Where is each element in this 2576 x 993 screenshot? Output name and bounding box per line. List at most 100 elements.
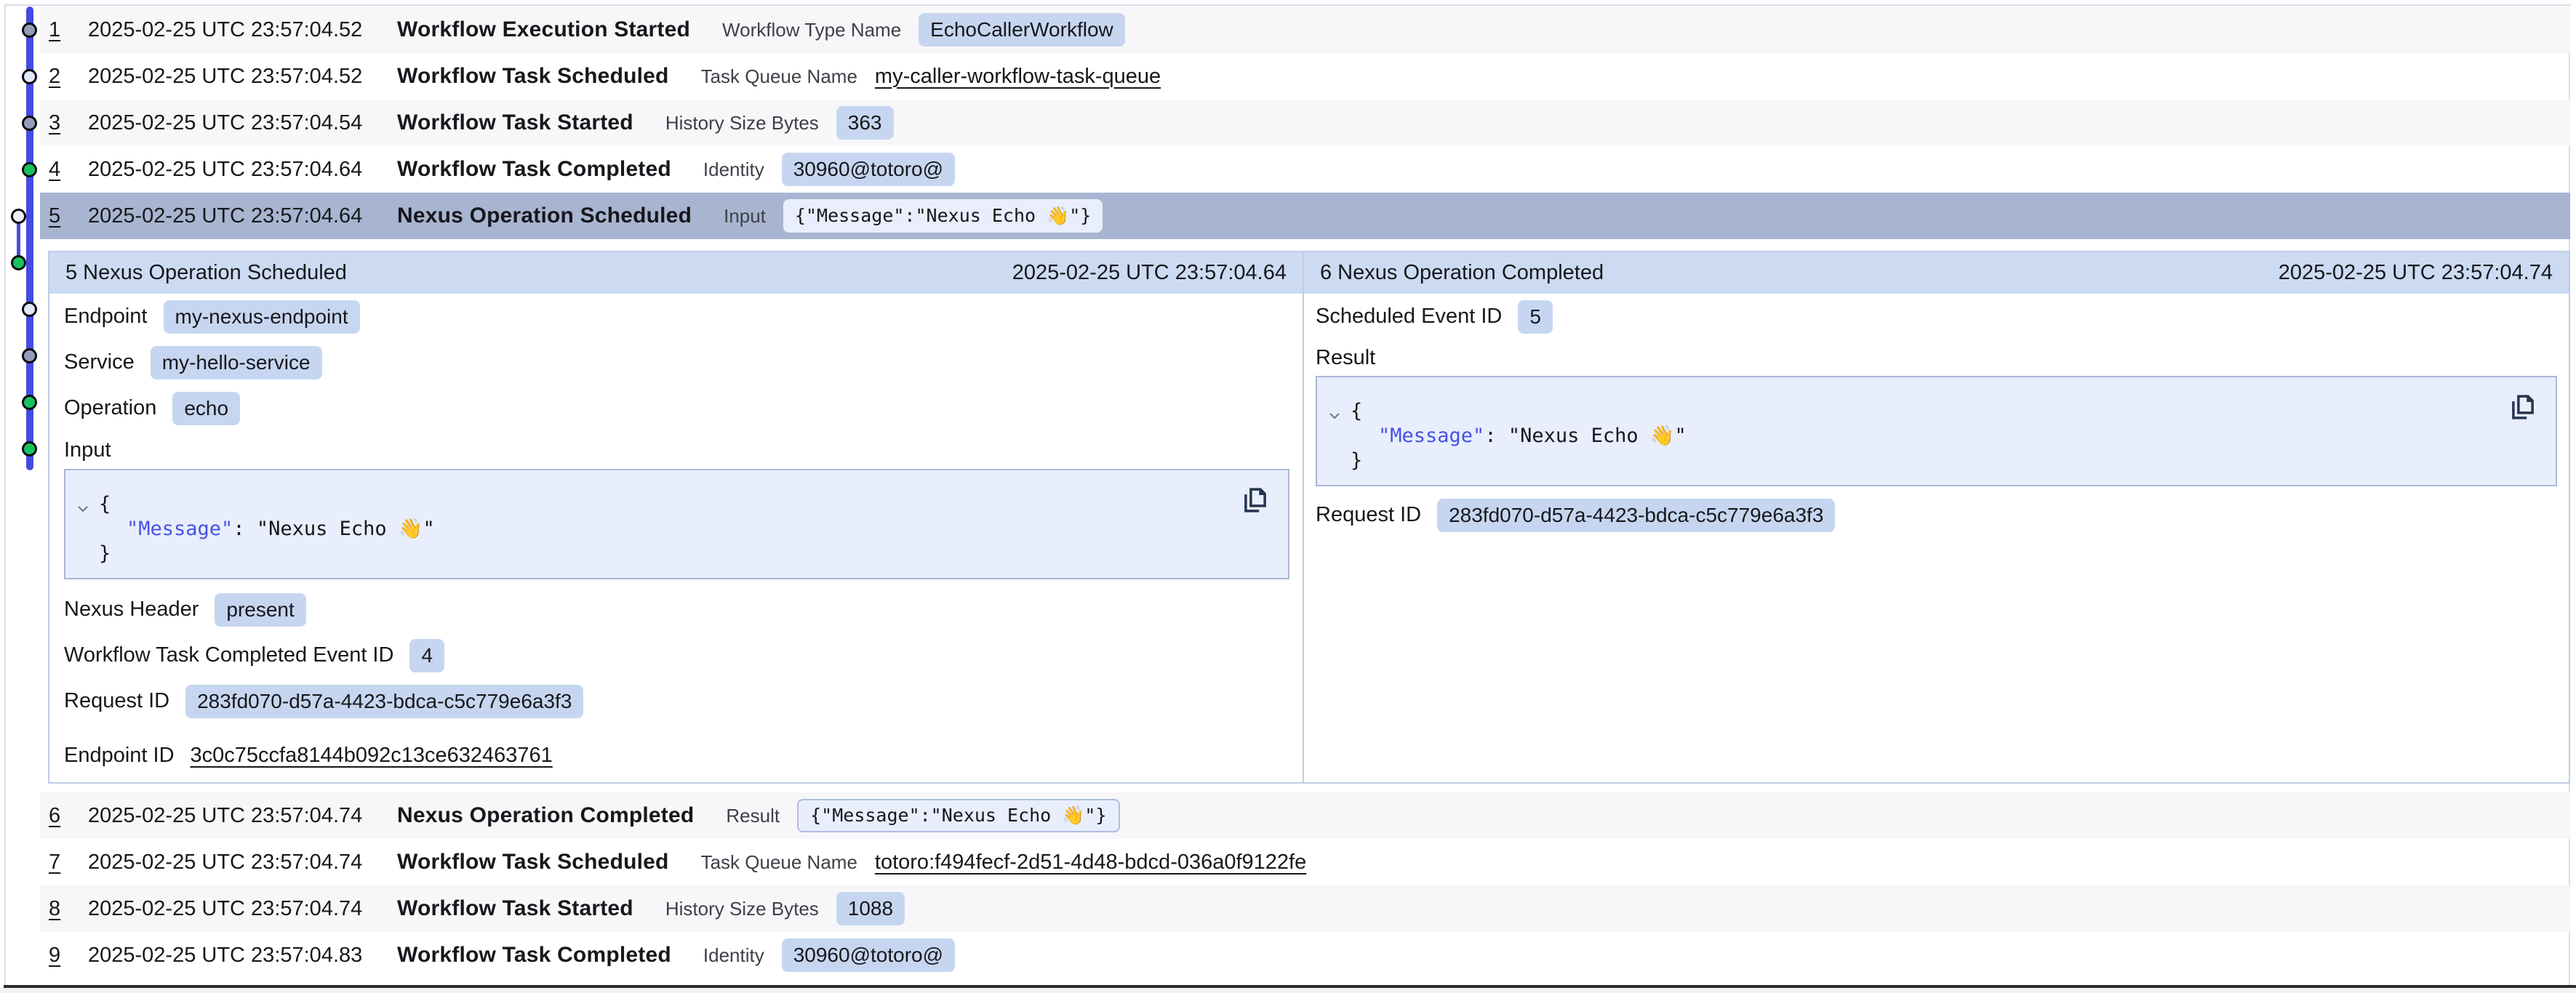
event-name: Workflow Task Started (397, 896, 633, 921)
event-name: Workflow Task Scheduled (397, 850, 669, 875)
event-timestamp: 2025-02-25 UTC 23:57:04.74 (88, 897, 397, 921)
field-value-badge: my-hello-service (151, 346, 322, 379)
detail-field-nexus-header: Nexus Header present (64, 587, 1289, 632)
detail-field-endpoint: Endpoint my-nexus-endpoint (64, 294, 1289, 339)
event-id-link[interactable]: 4 (49, 158, 88, 182)
detail-field-request-id: Request ID 283fd070-d57a-4423-bdca-c5c77… (1316, 492, 2557, 538)
timeline-dot-event-7 (22, 302, 37, 317)
event-attr-label: Workflow Type Name (722, 19, 901, 41)
event-row-6[interactable]: 6 2025-02-25 UTC 23:57:04.74 Nexus Opera… (40, 792, 2570, 839)
input-section-label: Input (64, 431, 1289, 469)
panel-title: 5 Nexus Operation Scheduled (65, 261, 347, 285)
field-label: Scheduled Event ID (1316, 305, 1502, 329)
field-label: Operation (64, 396, 156, 420)
panel-title: 6 Nexus Operation Completed (1320, 261, 1604, 285)
json-value: : "Nexus Echo 👋" (233, 518, 434, 540)
event-id-link[interactable]: 3 (49, 111, 88, 135)
detail-field-scheduled-event-id: Scheduled Event ID 5 (1316, 294, 2557, 339)
event-name: Workflow Execution Started (397, 17, 690, 42)
detail-field-operation: Operation echo (64, 385, 1289, 431)
field-value-badge: 4 (409, 639, 444, 672)
field-value-badge: present (215, 593, 305, 627)
timeline-dot-event-5 (11, 209, 26, 224)
field-label: Nexus Header (64, 598, 199, 622)
detail-field-wft-completed-event-id: Workflow Task Completed Event ID 4 (64, 632, 1289, 678)
event-attr-value-badge: 30960@totoro@ (782, 938, 955, 972)
page-background-strip (0, 988, 2576, 993)
panel-header: 5 Nexus Operation Scheduled 2025-02-25 U… (49, 252, 1303, 294)
json-open-brace: { (1317, 399, 2556, 424)
event-id-link[interactable]: 1 (49, 18, 88, 42)
task-queue-link[interactable]: my-caller-workflow-task-queue (875, 65, 1161, 89)
timeline-dot-event-3 (22, 116, 37, 131)
event-payload-badge: {"Message":"Nexus Echo 👋"} (797, 799, 1119, 832)
timeline-dot-event-1 (22, 23, 37, 38)
copy-icon[interactable] (1240, 483, 1271, 517)
event-name: Workflow Task Completed (397, 943, 671, 968)
chevron-down-icon[interactable] (1326, 406, 1343, 424)
event-timestamp: 2025-02-25 UTC 23:57:04.83 (88, 944, 397, 968)
event-row-2[interactable]: 2 2025-02-25 UTC 23:57:04.52 Workflow Ta… (40, 53, 2570, 100)
event-row-9[interactable]: 9 2025-02-25 UTC 23:57:04.83 Workflow Ta… (40, 932, 2570, 978)
timeline-dot-event-10 (22, 441, 37, 457)
timeline-dot-event-8 (22, 348, 37, 363)
event-id-link[interactable]: 7 (49, 851, 88, 875)
timeline-dot-event-6 (11, 255, 26, 270)
endpoint-id-link[interactable]: 3c0c75ccfa8144b092c13ce632463761 (191, 744, 553, 768)
event-attr-value-badge: EchoCallerWorkflow (919, 13, 1125, 47)
panel-timestamp: 2025-02-25 UTC 23:57:04.64 (1012, 261, 1287, 285)
json-value: : "Nexus Echo 👋" (1484, 425, 1686, 447)
event-row-7[interactable]: 7 2025-02-25 UTC 23:57:04.74 Workflow Ta… (40, 839, 2570, 885)
field-label: Endpoint ID (64, 744, 175, 768)
event-timestamp: 2025-02-25 UTC 23:57:04.52 (88, 65, 397, 89)
result-json-viewer: { "Message": "Nexus Echo 👋" } (1316, 376, 2557, 486)
expanded-event-details: 5 Nexus Operation Scheduled 2025-02-25 U… (48, 251, 2570, 784)
event-row-4[interactable]: 4 2025-02-25 UTC 23:57:04.64 Workflow Ta… (40, 146, 2570, 193)
timeline-dot-event-2 (22, 69, 37, 84)
chevron-down-icon[interactable] (74, 499, 92, 517)
event-row-5-selected[interactable]: 5 2025-02-25 UTC 23:57:04.64 Nexus Opera… (40, 193, 2570, 239)
event-name: Nexus Operation Completed (397, 803, 694, 828)
detail-field-endpoint-id: Endpoint ID 3c0c75ccfa8144b092c13ce63246… (64, 733, 1289, 779)
event-attr-label: Task Queue Name (701, 65, 857, 88)
input-json-viewer: { "Message": "Nexus Echo 👋" } (64, 469, 1289, 579)
field-value-badge: my-nexus-endpoint (164, 300, 360, 334)
event-id-link[interactable]: 6 (49, 804, 88, 828)
json-line: "Message": "Nexus Echo 👋" (65, 517, 1288, 542)
field-label: Service (64, 350, 135, 374)
event-attr-label: Identity (703, 158, 764, 181)
event-id-link[interactable]: 8 (49, 897, 88, 921)
event-attr-label: History Size Bytes (665, 112, 819, 134)
event-row-8[interactable]: 8 2025-02-25 UTC 23:57:04.74 Workflow Ta… (40, 885, 2570, 932)
detail-field-request-id: Request ID 283fd070-d57a-4423-bdca-c5c77… (64, 678, 1289, 724)
event-id-link[interactable]: 9 (49, 944, 88, 968)
json-key: "Message" (1378, 425, 1484, 447)
nexus-operation-scheduled-panel: 5 Nexus Operation Scheduled 2025-02-25 U… (49, 252, 1304, 782)
task-queue-link[interactable]: totoro:f494fecf-2d51-4d48-bdcd-036a0f912… (875, 851, 1306, 875)
field-label: Endpoint (64, 305, 148, 329)
copy-icon[interactable] (2508, 390, 2538, 424)
event-attr-label: Input (724, 205, 766, 228)
event-name: Workflow Task Scheduled (397, 64, 669, 89)
json-close-brace: } (65, 542, 1288, 566)
event-attr-label: Identity (703, 944, 764, 967)
timeline-dot-event-9 (22, 395, 37, 410)
event-timestamp: 2025-02-25 UTC 23:57:04.52 (88, 18, 397, 42)
json-key: "Message" (127, 518, 233, 540)
field-label: Request ID (1316, 503, 1421, 527)
field-label: Workflow Task Completed Event ID (64, 643, 393, 667)
timeline-dot-event-4 (22, 162, 37, 177)
event-timestamp: 2025-02-25 UTC 23:57:04.74 (88, 804, 397, 828)
event-id-link[interactable]: 2 (49, 65, 88, 89)
event-row-1[interactable]: 1 2025-02-25 UTC 23:57:04.52 Workflow Ex… (40, 7, 2570, 53)
event-id-link[interactable]: 5 (49, 204, 88, 228)
json-open-brace: { (65, 492, 1288, 517)
event-row-3[interactable]: 3 2025-02-25 UTC 23:57:04.54 Workflow Ta… (40, 100, 2570, 146)
event-attr-value-badge: 363 (836, 106, 894, 140)
panel-timestamp: 2025-02-25 UTC 23:57:04.74 (2279, 261, 2553, 285)
json-close-brace: } (1317, 449, 2556, 473)
event-name: Workflow Task Completed (397, 157, 671, 182)
event-timestamp: 2025-02-25 UTC 23:57:04.64 (88, 158, 397, 182)
field-value-badge: echo (172, 392, 240, 425)
result-section-label: Result (1316, 339, 2557, 376)
